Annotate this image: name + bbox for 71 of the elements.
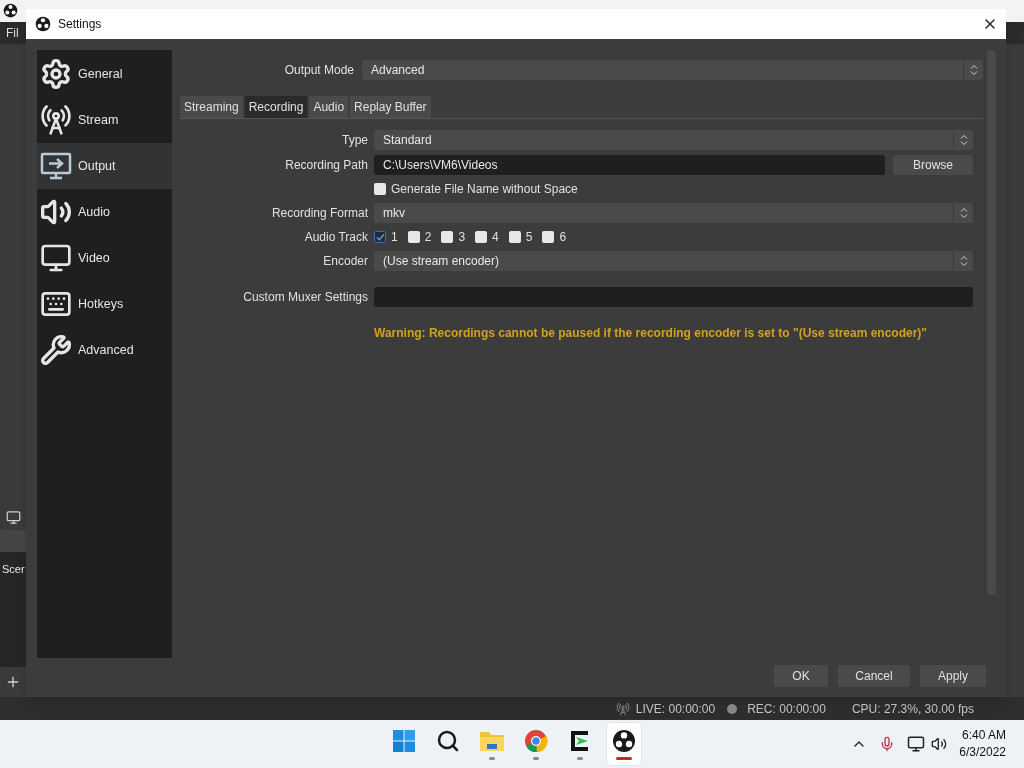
wrench-icon xyxy=(40,334,72,366)
cpu-stats: CPU: 27.3%, 30.00 fps xyxy=(851,700,974,718)
menu-item[interactable]: Fil xyxy=(6,24,19,42)
tab[interactable]: Recording xyxy=(244,96,308,118)
field-label: Encoder xyxy=(323,253,368,270)
checkbox-label: 2 xyxy=(424,229,432,246)
add-icon[interactable] xyxy=(5,674,21,690)
checkbox-label: 1 xyxy=(391,229,398,246)
warning-text: Warning: Recordings cannot be paused if the recording encoder is set to "(Use stream encoder)" xyxy=(374,325,928,342)
monitor-icon[interactable] xyxy=(5,509,21,525)
field-label: Audio Track xyxy=(304,229,368,246)
monitor-icon xyxy=(40,242,72,274)
tab[interactable]: Streaming xyxy=(180,96,243,118)
taskbar-button[interactable] xyxy=(606,722,642,766)
browse-button[interactable]: Browse xyxy=(893,155,973,175)
dialog-button[interactable]: Apply xyxy=(920,665,986,687)
field-label: Type xyxy=(342,132,368,149)
dialog-button[interactable]: Cancel xyxy=(838,665,910,687)
field-label: Recording Path xyxy=(285,157,368,174)
checkbox-label: 5 xyxy=(525,229,533,246)
obs-logo-icon xyxy=(3,3,18,18)
sidebar-item[interactable]: Audio xyxy=(37,189,172,235)
checkbox[interactable] xyxy=(441,231,454,243)
checkbox-label: 6 xyxy=(559,229,567,246)
checkbox-label: 4 xyxy=(492,229,499,246)
output-mode-select[interactable]: Advanced xyxy=(362,60,983,80)
spinner-arrows-icon xyxy=(959,255,968,267)
sidebar-item[interactable]: Advanced xyxy=(37,327,172,373)
monitor-arrow-icon xyxy=(40,150,72,182)
live-time: LIVE: 00:00:00 xyxy=(635,700,716,718)
encoder-select[interactable]: (Use stream encoder) xyxy=(374,251,973,271)
path-input[interactable]: C:\Users\VM6\Videos xyxy=(374,155,885,175)
checkbox[interactable] xyxy=(407,231,420,243)
checkbox-label: 3 xyxy=(458,229,466,246)
gear-icon xyxy=(40,58,72,90)
spinner-arrows-icon xyxy=(959,134,968,146)
obs-logo-icon[interactable] xyxy=(612,728,636,753)
checkbox[interactable] xyxy=(542,231,555,243)
tab[interactable]: Replay Buffer xyxy=(350,96,431,118)
checkbox[interactable] xyxy=(374,231,386,243)
speaker-icon[interactable] xyxy=(931,736,948,752)
dialog-title: Settings xyxy=(58,16,103,33)
type-select[interactable]: Standard xyxy=(374,130,973,150)
field-label: Custom Muxer Settings xyxy=(243,289,368,306)
rec-time: REC: 00:00:00 xyxy=(747,700,826,718)
field-label: Output Mode xyxy=(284,62,354,79)
checkbox-label: Generate File Name without Space xyxy=(391,181,578,198)
network-icon[interactable] xyxy=(907,735,926,753)
antenna-icon xyxy=(40,104,72,136)
search-icon[interactable] xyxy=(436,728,460,753)
clock[interactable]: 6:40 AM 6/3/2022 xyxy=(959,727,1006,761)
dialog-button[interactable]: OK xyxy=(774,665,828,687)
checkbox[interactable] xyxy=(475,231,488,243)
spinner-arrows-icon xyxy=(959,207,968,219)
dock-title: Scer xyxy=(2,563,25,575)
sidebar-item[interactable]: Output xyxy=(37,143,172,189)
sidebar-item[interactable]: Video xyxy=(37,235,172,281)
muxer-input[interactable] xyxy=(374,287,973,307)
browser-icon[interactable] xyxy=(524,728,548,753)
sidebar-item[interactable]: General xyxy=(37,51,172,97)
field-label: Recording Format xyxy=(271,205,368,222)
spinner-arrows-icon xyxy=(969,64,978,76)
checkbox[interactable] xyxy=(374,183,386,195)
broadcast-icon xyxy=(615,701,630,716)
tab[interactable]: Audio xyxy=(309,96,349,118)
sidebar-item[interactable]: Hotkeys xyxy=(37,281,172,327)
format-select[interactable]: mkv xyxy=(374,203,973,223)
sidebar-item[interactable]: Stream xyxy=(37,97,172,143)
obs-logo-icon xyxy=(35,16,51,32)
checkbox[interactable] xyxy=(508,231,521,243)
windows-logo-icon[interactable] xyxy=(392,728,416,753)
